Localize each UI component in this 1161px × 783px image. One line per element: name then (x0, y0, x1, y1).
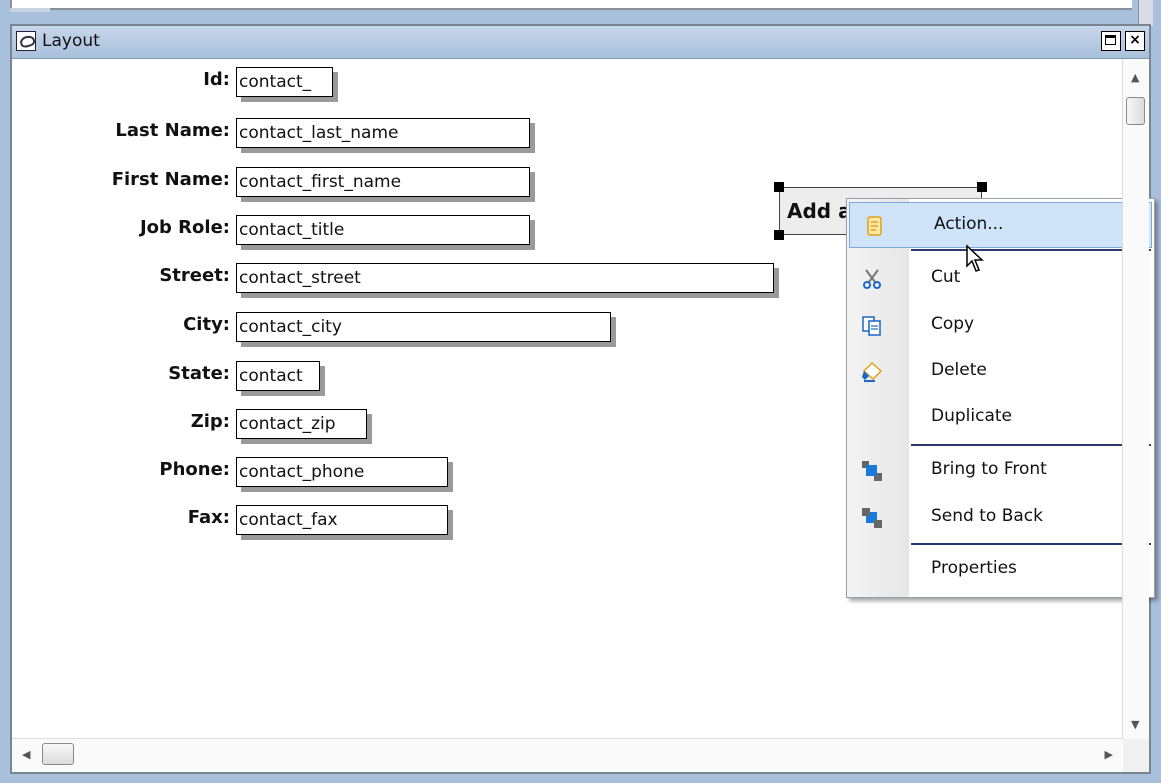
field-label-zip: Zip: (190, 411, 230, 432)
menu-item-bring-to-front[interactable]: Bring to Front (847, 448, 1154, 494)
field-job-role[interactable]: contact_title (236, 215, 530, 245)
field-label-job-role: Job Role: (139, 217, 230, 238)
scrollbar-corner (1123, 739, 1149, 772)
menu-separator (911, 444, 1151, 446)
parent-window-tab (10, 8, 50, 12)
field-label-id: Id: (203, 69, 230, 90)
horizontal-scrollbar[interactable]: ◀ ▶ (12, 738, 1123, 772)
field-street[interactable]: contact_street (236, 263, 774, 293)
field-id[interactable]: contact_ (236, 67, 333, 97)
parent-scrollbar[interactable] (1138, 0, 1153, 26)
field-city[interactable]: contact_city (236, 312, 611, 342)
scroll-right-arrow-icon[interactable]: ▶ (1105, 748, 1113, 761)
menu-item-action[interactable]: Action... (849, 202, 1152, 248)
field-last-name[interactable]: contact_last_name (236, 118, 530, 148)
selection-handle-top-left[interactable] (774, 182, 784, 192)
layout-window: Layout × Id: contact_ Last Name: contact… (10, 24, 1155, 774)
bring-to-front-icon (862, 461, 882, 481)
scroll-down-arrow-icon[interactable]: ▼ (1131, 718, 1139, 731)
layout-window-icon[interactable] (16, 31, 36, 51)
field-label-street: Street: (159, 265, 230, 286)
field-label-fax: Fax: (187, 507, 230, 528)
menu-separator (911, 543, 1151, 545)
vertical-scrollbar[interactable]: ▲ ▼ (1122, 59, 1149, 739)
menu-item-label: Action... (934, 214, 1004, 234)
scroll-left-arrow-icon[interactable]: ◀ (22, 748, 30, 761)
cut-icon (863, 269, 881, 289)
menu-item-delete[interactable]: Delete (847, 349, 1154, 395)
menu-item-label: Duplicate (931, 406, 1012, 426)
field-label-city: City: (183, 314, 230, 335)
context-menu: Action... Cut Copy Delete Duplicate Brin… (846, 198, 1155, 598)
send-to-back-icon (862, 508, 882, 528)
menu-item-properties[interactable]: Properties (847, 547, 1154, 593)
field-label-state: State: (168, 363, 230, 384)
menu-item-label: Cut (931, 267, 961, 287)
field-phone[interactable]: contact_phone (236, 457, 448, 487)
close-button[interactable]: × (1125, 31, 1145, 51)
menu-separator (911, 249, 1151, 251)
selection-handle-bottom-left[interactable] (774, 230, 784, 240)
parent-window-edge (10, 0, 1132, 10)
title-bar[interactable]: Layout × (12, 26, 1149, 59)
menu-item-label: Send to Back (931, 506, 1043, 526)
copy-icon (862, 316, 881, 336)
selection-handle-top-right[interactable] (977, 182, 987, 192)
menu-item-duplicate[interactable]: Duplicate (847, 395, 1154, 441)
menu-item-label: Bring to Front (931, 459, 1047, 479)
maximize-button[interactable] (1101, 31, 1121, 51)
menu-item-send-to-back[interactable]: Send to Back (847, 495, 1154, 541)
mouse-cursor-icon (966, 244, 984, 272)
menu-item-label: Copy (931, 314, 975, 334)
menu-item-cut[interactable]: Cut (847, 256, 1154, 302)
scroll-up-arrow-icon[interactable]: ▲ (1131, 71, 1139, 84)
menu-item-label: Delete (931, 360, 987, 380)
vertical-scroll-thumb[interactable] (1126, 97, 1145, 125)
field-label-phone: Phone: (159, 459, 230, 480)
field-label-last-name: Last Name: (115, 120, 230, 141)
field-first-name[interactable]: contact_first_name (236, 167, 530, 197)
menu-item-copy[interactable]: Copy (847, 303, 1154, 349)
action-icon (867, 216, 882, 236)
horizontal-scroll-thumb[interactable] (42, 743, 74, 765)
field-label-first-name: First Name: (111, 169, 230, 190)
delete-icon (862, 361, 883, 382)
field-state[interactable]: contact (236, 361, 320, 391)
field-zip[interactable]: contact_zip (236, 409, 367, 439)
window-title: Layout (42, 31, 100, 51)
field-fax[interactable]: contact_fax (236, 505, 448, 535)
menu-item-label: Properties (931, 558, 1017, 578)
